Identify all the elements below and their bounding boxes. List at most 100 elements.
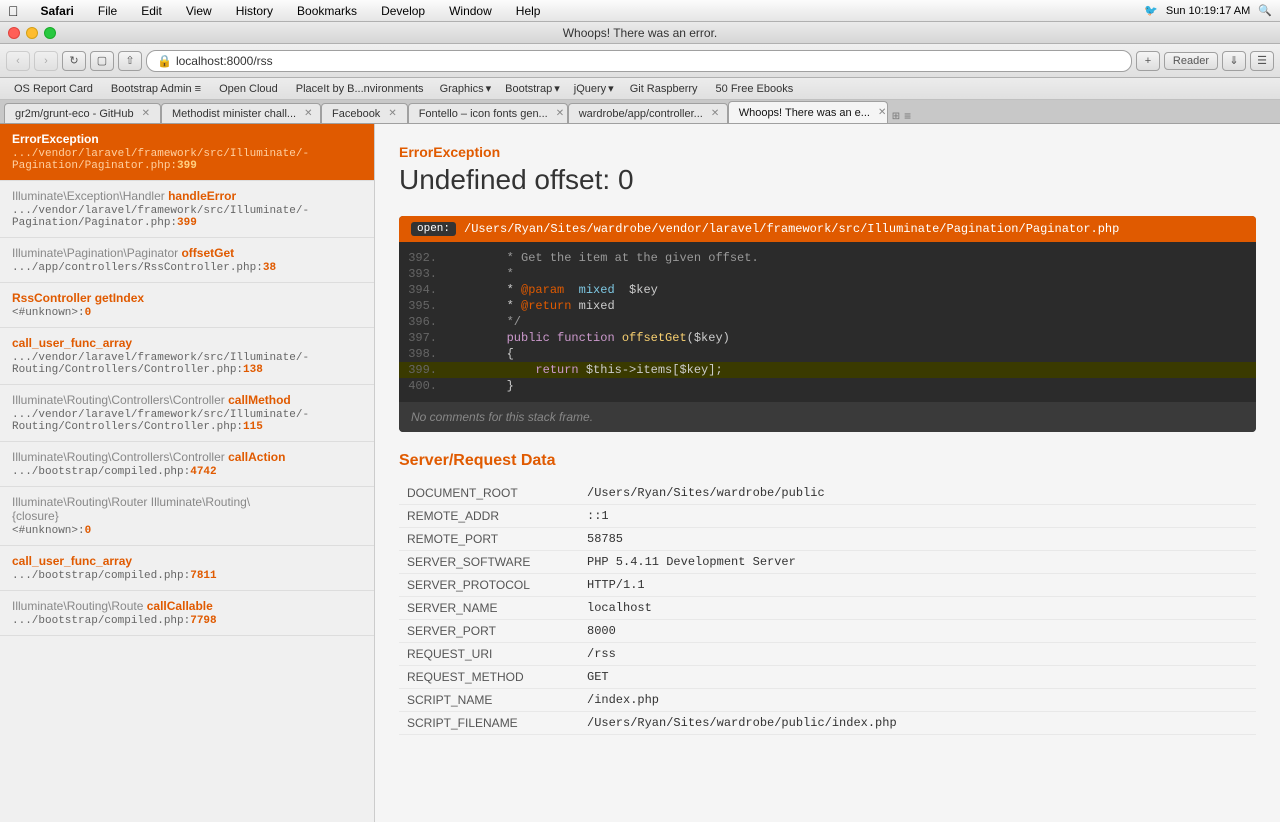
line-code-393: * <box>449 267 514 281</box>
server-row-request-uri: REQUEST_URI /rss <box>399 643 1256 666</box>
code-line-400: 400. } <box>399 378 1256 394</box>
sidebar: ErrorException .../vendor/laravel/framew… <box>0 124 375 822</box>
code-line-394: 394. * @param mixed $key <box>399 282 1256 298</box>
server-row-server-protocol: SERVER_PROTOCOL HTTP/1.1 <box>399 574 1256 597</box>
menu-history[interactable]: History <box>230 2 279 20</box>
mac-menu-bar:  Safari File Edit View History Bookmark… <box>0 0 1280 22</box>
tab-whoops[interactable]: Whoops! There was an e... ✕ <box>728 101 888 123</box>
address-bar[interactable]: 🔒 localhost:8000/rss <box>146 50 1132 72</box>
home-button[interactable]: ▢ <box>90 51 114 71</box>
window-title: Whoops! There was an error. <box>563 26 718 40</box>
server-key-server-software: SERVER_SOFTWARE <box>399 551 579 574</box>
menu-bookmarks[interactable]: Bookmarks <box>291 2 363 20</box>
back-button[interactable]: ‹ <box>6 51 30 71</box>
line-num-399: 399. <box>399 363 449 377</box>
stack-frame-2[interactable]: Illuminate\Pagination\Paginator offsetGe… <box>0 238 374 283</box>
stack-frame-7[interactable]: Illuminate\Routing\Router Illuminate\Rou… <box>0 487 374 546</box>
bookmark-jquery[interactable]: jQuery ▾ <box>568 80 620 97</box>
reload-button[interactable]: ↻ <box>62 51 86 71</box>
main-layout: ErrorException .../vendor/laravel/framew… <box>0 124 1280 822</box>
server-val-request-uri: /rss <box>579 643 1256 666</box>
menu-edit[interactable]: Edit <box>135 2 168 20</box>
stack-frame-9[interactable]: Illuminate\Routing\Route callCallable ..… <box>0 591 374 636</box>
chevron-down-icon-3: ▾ <box>608 82 614 95</box>
line-num-400: 400. <box>399 379 449 393</box>
line-code-396: */ <box>449 315 521 329</box>
code-line-399: 399. return $this->items[$key]; <box>399 362 1256 378</box>
menu-file[interactable]: File <box>92 2 123 20</box>
server-row-script-filename: SCRIPT_FILENAME /Users/Ryan/Sites/wardro… <box>399 712 1256 735</box>
menu-help[interactable]: Help <box>510 2 547 20</box>
tab-facebook[interactable]: Facebook ✕ <box>321 103 408 123</box>
frame-class-2: Illuminate\Pagination\Paginator offsetGe… <box>12 246 362 260</box>
frame-class-0: ErrorException <box>12 132 362 146</box>
stack-frame-0[interactable]: ErrorException .../vendor/laravel/framew… <box>0 124 374 181</box>
forward-button[interactable]: › <box>34 51 58 71</box>
server-key-script-name: SCRIPT_NAME <box>399 689 579 712</box>
server-key-remote-addr: REMOTE_ADDR <box>399 505 579 528</box>
server-val-server-name: localhost <box>579 597 1256 620</box>
close-button[interactable] <box>8 27 20 39</box>
tab-github[interactable]: gr2m/grunt-eco - GitHub ✕ <box>4 103 161 123</box>
bookmark-open-cloud[interactable]: Open Cloud <box>211 81 286 97</box>
tab-close-wardrobe[interactable]: ✕ <box>711 108 719 119</box>
server-key-document-root: DOCUMENT_ROOT <box>399 482 579 505</box>
frame-class-6: Illuminate\Routing\Controllers\Controlle… <box>12 450 362 464</box>
tab-methodist[interactable]: Methodist minister chall... ✕ <box>161 103 321 123</box>
server-row-request-method: REQUEST_METHOD GET <box>399 666 1256 689</box>
tab-close-methodist[interactable]: ✕ <box>304 108 312 119</box>
bookmark-free-ebooks[interactable]: 50 Free Ebooks <box>708 81 802 97</box>
bookmark-os-report-card[interactable]: OS Report Card <box>6 81 101 97</box>
apple-menu[interactable]:  <box>8 3 19 19</box>
line-num-397: 397. <box>399 331 449 345</box>
server-row-script-name: SCRIPT_NAME /index.php <box>399 689 1256 712</box>
frame-path-5: .../vendor/laravel/framework/src/Illumin… <box>12 409 362 433</box>
stack-frame-4[interactable]: call_user_func_array .../vendor/laravel/… <box>0 328 374 385</box>
stack-frame-5[interactable]: Illuminate\Routing\Controllers\Controlle… <box>0 385 374 442</box>
tab-label-github: gr2m/grunt-eco - GitHub <box>15 108 134 120</box>
stack-frame-3[interactable]: RssController getIndex <#unknown>:0 <box>0 283 374 328</box>
bookmark-git-raspberry[interactable]: Git Raspberry <box>622 81 706 97</box>
server-key-server-protocol: SERVER_PROTOCOL <box>399 574 579 597</box>
bookmark-bootstrap[interactable]: Bootstrap ▾ <box>499 80 566 97</box>
tab-overflow[interactable]: ⊞ <box>892 111 900 122</box>
tab-label-fontello: Fontello – icon fonts gen... <box>419 108 548 120</box>
code-line-397: 397. public function offsetGet($key) <box>399 330 1256 346</box>
stack-frame-8[interactable]: call_user_func_array .../bootstrap/compi… <box>0 546 374 591</box>
search-icon[interactable]: 🔍 <box>1258 4 1272 17</box>
tab-close-whoops[interactable]: ✕ <box>878 107 886 118</box>
bookmark-graphics[interactable]: Graphics ▾ <box>434 80 498 97</box>
line-code-397: public function offsetGet($key) <box>449 331 730 345</box>
tabs-bar: gr2m/grunt-eco - GitHub ✕ Methodist mini… <box>0 100 1280 124</box>
tab-close-fontello[interactable]: ✕ <box>556 108 564 119</box>
menu-window[interactable]: Window <box>443 2 498 20</box>
add-tab-button[interactable]: + <box>1136 51 1160 71</box>
tab-wardrobe[interactable]: wardrobe/app/controller... ✕ <box>568 103 728 123</box>
fullscreen-button[interactable] <box>44 27 56 39</box>
tab-list-icon[interactable]: ≡ <box>904 109 911 123</box>
line-code-392: * Get the item at the given offset. <box>449 251 759 265</box>
server-key-server-name: SERVER_NAME <box>399 597 579 620</box>
code-block: open: /Users/Ryan/Sites/wardrobe/vendor/… <box>399 216 1256 432</box>
stack-frame-6[interactable]: Illuminate\Routing\Controllers\Controlle… <box>0 442 374 487</box>
line-num-398: 398. <box>399 347 449 361</box>
downloads-button[interactable]: ⇓ <box>1222 51 1246 71</box>
reader-button[interactable]: Reader <box>1164 52 1218 70</box>
sidebar-toggle[interactable]: ☰ <box>1250 51 1274 71</box>
menu-safari[interactable]: Safari <box>35 2 80 20</box>
menu-view[interactable]: View <box>180 2 218 20</box>
error-type: ErrorException <box>399 144 1256 160</box>
tab-fontello[interactable]: Fontello – icon fonts gen... ✕ <box>408 103 568 123</box>
bookmark-bootstrap-admin[interactable]: Bootstrap Admin ≡ <box>103 81 209 97</box>
share-button[interactable]: ⇧ <box>118 51 142 71</box>
minimize-button[interactable] <box>26 27 38 39</box>
tab-close-facebook[interactable]: ✕ <box>388 108 396 119</box>
code-header: open: /Users/Ryan/Sites/wardrobe/vendor/… <box>399 216 1256 242</box>
stack-frame-1[interactable]: Illuminate\Exception\Handler handleError… <box>0 181 374 238</box>
code-line-396: 396. */ <box>399 314 1256 330</box>
frame-path-9: .../bootstrap/compiled.php:7798 <box>12 615 362 627</box>
title-bar: Whoops! There was an error. <box>0 22 1280 44</box>
bookmark-placeit[interactable]: PlaceIt by B...nvironments <box>288 81 432 97</box>
tab-close-github[interactable]: ✕ <box>142 108 150 119</box>
menu-develop[interactable]: Develop <box>375 2 431 20</box>
